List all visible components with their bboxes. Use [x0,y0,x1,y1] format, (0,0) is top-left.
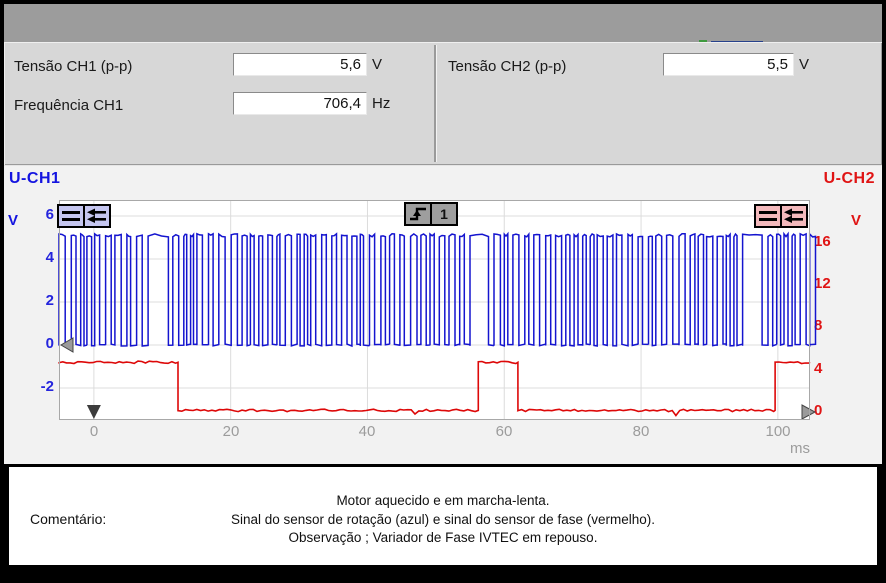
trigger-buttons: 1 [404,202,458,226]
panel-divider [434,45,436,162]
ch1-title: U-CH1 [9,170,60,188]
comment-text: Motor aquecido e em marcha-lenta. Sinal … [4,492,882,548]
left-axis-unit: V [8,212,18,229]
left-axis-tick: 0 [20,335,54,352]
ch1-voltage-field[interactable]: 5,6 [233,53,367,76]
right-axis-unit: V [851,212,861,229]
left-axis-tick: -2 [20,378,54,395]
trigger-channel-number: 1 [440,206,448,222]
x-axis-tick: 100 [756,423,800,440]
left-axis-tick: 6 [20,206,54,223]
ch2-voltage-field[interactable]: 5,5 [663,53,794,76]
trigger-channel-button[interactable]: 1 [430,202,458,226]
ch1-voltage-label: Tensão CH1 (p-p) [14,58,132,75]
oscilloscope-plot[interactable] [59,200,829,425]
ch2-shift-left-button[interactable] [780,204,808,228]
x-axis-tick: 60 [482,423,526,440]
ch1-amplitude-button[interactable] [57,204,85,228]
ch1-shift-left-button[interactable] [83,204,111,228]
x-axis-tick: 80 [619,423,663,440]
x-axis-tick: 40 [345,423,389,440]
title-bar [4,4,882,42]
ch2-scale-buttons [754,204,808,228]
trigger-edge-button[interactable] [404,202,432,226]
horizontal-lines-icon [758,208,778,224]
ch1-voltage-unit: V [372,56,382,73]
ch1-frequency-label: Frequência CH1 [14,97,123,114]
comment-line: Observação ; Variador de Fase IVTEC em r… [4,529,882,548]
ch2-title: U-CH2 [824,170,875,188]
ch1-frequency-field[interactable]: 706,4 [233,92,367,115]
x-axis-unit: ms [790,440,810,457]
rising-edge-icon [408,206,428,222]
left-axis-tick: 2 [20,292,54,309]
x-axis-tick: 20 [209,423,253,440]
double-left-arrow-icon [784,208,804,224]
horizontal-lines-icon [61,208,81,224]
ch2-voltage-unit: V [799,56,809,73]
comment-line: Motor aquecido e em marcha-lenta. [4,492,882,511]
ch1-frequency-unit: Hz [372,95,390,112]
ch2-voltage-label: Tensão CH2 (p-p) [448,58,566,75]
fsa-scope-screen: { "accent_colors": {"ch1_blue": "#1414cf… [0,0,886,583]
ch2-amplitude-button[interactable] [754,204,782,228]
double-left-arrow-icon [87,208,107,224]
comment-line: Sinal do sensor de rotação (azul) e sina… [4,511,882,530]
x-axis-tick: 0 [72,423,116,440]
left-axis-tick: 4 [20,249,54,266]
ch1-scale-buttons [57,204,111,228]
